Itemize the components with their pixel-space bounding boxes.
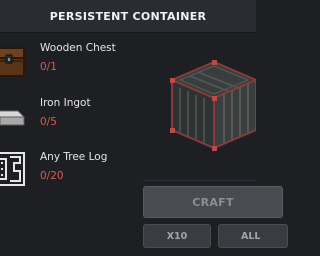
ingredient-name: Iron Ingot bbox=[40, 97, 91, 109]
ingredient-count: 0/1 bbox=[40, 61, 57, 73]
craft-button-label: CRAFT bbox=[192, 195, 234, 209]
ingredient-row-iron-ingot: Iron Ingot 0/5 bbox=[0, 91, 140, 145]
craft-all-label: ALL bbox=[241, 230, 261, 242]
ingredient-name: Any Tree Log bbox=[40, 151, 108, 163]
craft-x10-label: X10 bbox=[166, 230, 188, 242]
ingredient-row-wooden-chest: Wooden Chest 0/1 bbox=[0, 36, 140, 90]
craft-all-button[interactable]: ALL bbox=[218, 224, 288, 248]
ingredient-count: 0/20 bbox=[40, 170, 64, 182]
iron-ingot-icon bbox=[0, 95, 28, 135]
ingredient-count: 0/5 bbox=[40, 116, 57, 128]
chest-icon bbox=[0, 40, 28, 80]
tree-log-icon bbox=[0, 149, 28, 189]
persistent-container-crate-icon bbox=[160, 52, 259, 164]
divider bbox=[143, 180, 256, 181]
ingredient-row-any-tree-log: Any Tree Log 0/20 bbox=[0, 145, 140, 199]
ingredient-name: Wooden Chest bbox=[40, 42, 116, 54]
panel-title: PERSISTENT CONTAINER bbox=[49, 9, 207, 23]
craft-x10-button[interactable]: X10 bbox=[143, 224, 211, 248]
craft-button[interactable]: CRAFT bbox=[143, 186, 283, 218]
title-bar: PERSISTENT CONTAINER bbox=[0, 0, 256, 33]
